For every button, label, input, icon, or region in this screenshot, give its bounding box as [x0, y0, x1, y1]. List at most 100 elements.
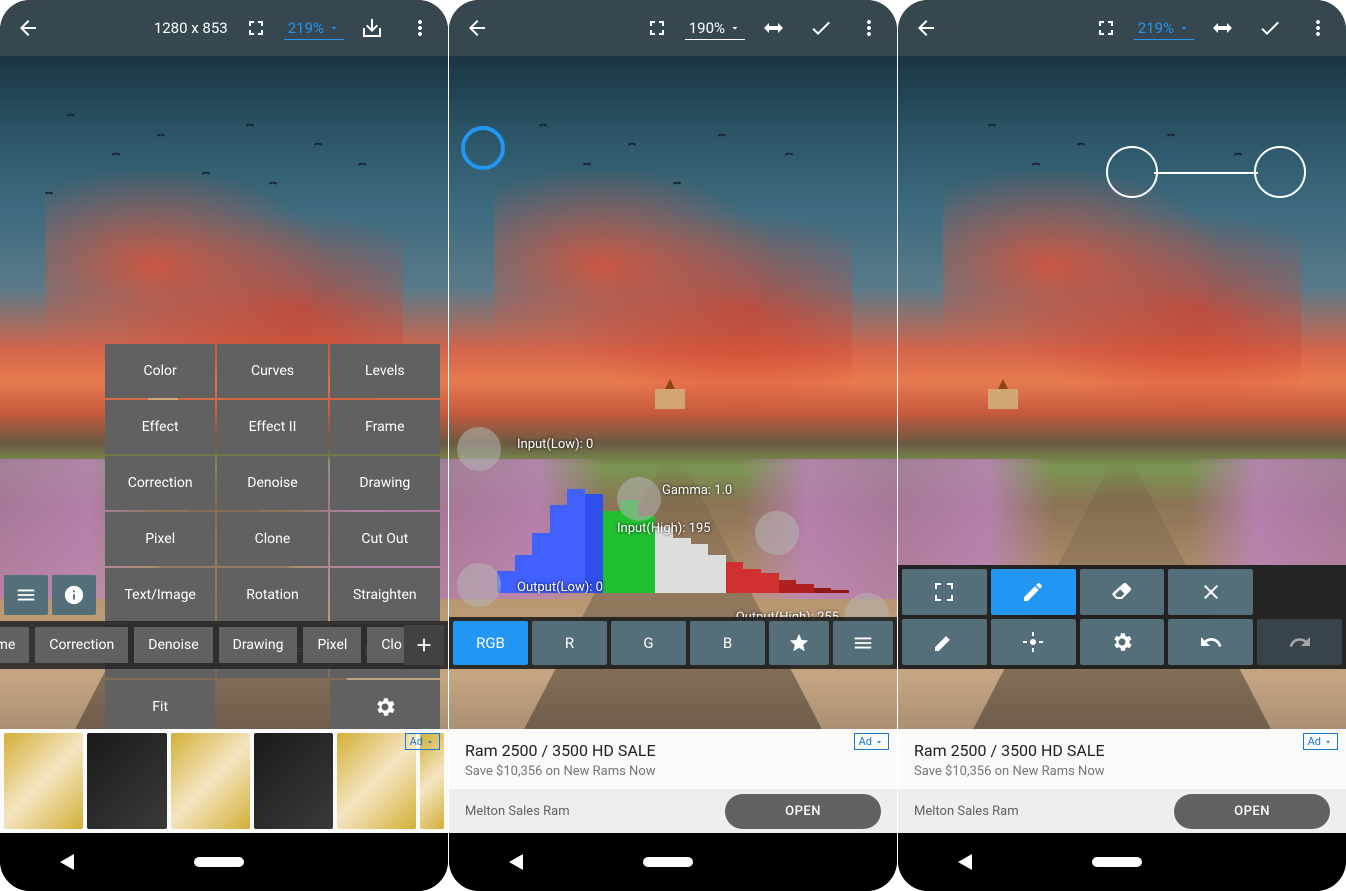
zoom-dropdown[interactable]: 219%	[1134, 17, 1194, 40]
channel-r[interactable]: R	[532, 621, 607, 665]
redo-icon[interactable]	[1257, 619, 1342, 665]
handle-right[interactable]	[1254, 146, 1306, 198]
expand-icon[interactable]	[902, 569, 987, 615]
tab-item[interactable]: Pixel	[303, 627, 361, 663]
ad-source: Melton Sales Ram	[914, 804, 1174, 819]
menu-color[interactable]: Color	[105, 344, 215, 398]
color-picker-indicator[interactable]	[461, 126, 505, 170]
menu-cutout[interactable]: Cut Out	[330, 512, 440, 566]
menu-correction[interactable]: Correction	[105, 456, 215, 510]
close-icon[interactable]	[1168, 569, 1253, 615]
output-low-handle[interactable]	[457, 563, 501, 607]
more-icon[interactable]	[849, 8, 889, 48]
undo-icon[interactable]	[1168, 619, 1253, 665]
ad-banner[interactable]: Ad	[0, 729, 448, 833]
nav-back-icon[interactable]	[60, 854, 74, 870]
ad-image	[4, 733, 83, 829]
menu-clone[interactable]: Clone	[217, 512, 327, 566]
apply-icon[interactable]	[801, 8, 841, 48]
info-icon[interactable]	[52, 575, 96, 615]
zoom-dropdown[interactable]: 190%	[685, 17, 745, 40]
nav-home-icon[interactable]	[643, 857, 693, 867]
ad-subtitle: Save $10,356 on New Rams Now	[914, 764, 1330, 779]
menu-denoise[interactable]: Denoise	[217, 456, 327, 510]
nav-home-icon[interactable]	[1092, 857, 1142, 867]
nav-back-icon[interactable]	[509, 854, 523, 870]
settings-icon[interactable]	[1080, 619, 1165, 665]
download-icon[interactable]	[352, 8, 392, 48]
menu-effect[interactable]: Effect	[105, 400, 215, 454]
ad-image	[171, 733, 250, 829]
gamma-handle[interactable]	[617, 477, 661, 521]
menu-fit[interactable]: Fit	[105, 680, 215, 734]
hamburger-icon[interactable]	[4, 575, 48, 615]
fullscreen-icon[interactable]	[637, 8, 677, 48]
phone-screenshot-1: 1280 x 853 219% Color Curves Levels Effe…	[0, 0, 448, 891]
ad-open-button[interactable]: OPEN	[725, 794, 881, 829]
favorite-icon[interactable]	[769, 621, 829, 665]
more-icon[interactable]	[400, 8, 440, 48]
topbar: 190%	[449, 0, 897, 56]
straighten-handles[interactable]	[1106, 146, 1306, 206]
menu-frame[interactable]: Frame	[330, 400, 440, 454]
tab-item[interactable]: ame	[0, 627, 29, 663]
phone-screenshot-2: 190% Input(Low): 0 Gamma: 1.0 Input(High…	[449, 0, 897, 891]
add-tab-button[interactable]	[404, 625, 444, 665]
apply-icon[interactable]	[1250, 8, 1290, 48]
android-navbar	[449, 833, 897, 891]
image-canvas[interactable]: Color Curves Levels Effect Effect II Fra…	[0, 56, 448, 831]
target-icon[interactable]	[991, 619, 1076, 665]
image-canvas[interactable]	[898, 56, 1346, 831]
tab-scroll[interactable]: ame Correction Denoise Drawing Pixel Clo	[0, 621, 448, 669]
input-high-handle[interactable]	[755, 511, 799, 555]
channel-rgb[interactable]: RGB	[453, 621, 528, 665]
levels-histogram: Input(Low): 0 Gamma: 1.0 Input(High): 19…	[457, 443, 889, 613]
menu-curves[interactable]: Curves	[217, 344, 327, 398]
android-navbar	[0, 833, 448, 891]
tab-item[interactable]: Denoise	[134, 627, 212, 663]
ad-tag[interactable]: Ad	[405, 733, 440, 750]
ad-tag[interactable]: Ad	[854, 733, 889, 750]
fullscreen-icon[interactable]	[1086, 8, 1126, 48]
tab-item[interactable]: Correction	[35, 627, 128, 663]
ad-image	[254, 733, 333, 829]
edit-icon[interactable]	[902, 619, 987, 665]
menu-icon[interactable]	[833, 621, 893, 665]
ad-title: Ram 2500 / 3500 HD SALE	[465, 741, 881, 760]
back-icon[interactable]	[457, 8, 497, 48]
image-dimensions: 1280 x 853	[154, 19, 228, 37]
ad-banner[interactable]: Ad Ram 2500 / 3500 HD SALE Save $10,356 …	[449, 729, 897, 833]
nav-home-icon[interactable]	[194, 857, 244, 867]
menu-levels[interactable]: Levels	[330, 344, 440, 398]
channel-selector: RGB R G B	[449, 617, 897, 669]
tab-item[interactable]: Drawing	[219, 627, 298, 663]
compare-icon[interactable]	[1202, 8, 1242, 48]
ad-image	[87, 733, 166, 829]
ad-title: Ram 2500 / 3500 HD SALE	[914, 741, 1330, 760]
menu-pixel[interactable]: Pixel	[105, 512, 215, 566]
phone-screenshot-3: 219% Ad Ram 2500 / 3500 HD SALE	[898, 0, 1346, 891]
ad-open-button[interactable]: OPEN	[1174, 794, 1330, 829]
ad-subtitle: Save $10,356 on New Rams Now	[465, 764, 881, 779]
back-icon[interactable]	[906, 8, 946, 48]
nav-back-icon[interactable]	[958, 854, 972, 870]
topbar: 219%	[898, 0, 1346, 56]
fullscreen-icon[interactable]	[236, 8, 276, 48]
menu-drawing[interactable]: Drawing	[330, 456, 440, 510]
menu-effect2[interactable]: Effect II	[217, 400, 327, 454]
channel-g[interactable]: G	[611, 621, 686, 665]
compare-icon[interactable]	[753, 8, 793, 48]
zoom-dropdown[interactable]: 219%	[284, 17, 344, 40]
more-icon[interactable]	[1298, 8, 1338, 48]
handle-line	[1154, 172, 1258, 174]
menu-settings[interactable]	[330, 680, 440, 734]
ad-tag[interactable]: Ad	[1303, 733, 1338, 750]
eraser-icon[interactable]	[1080, 569, 1165, 615]
input-low-handle[interactable]	[457, 427, 501, 471]
ad-banner[interactable]: Ad Ram 2500 / 3500 HD SALE Save $10,356 …	[898, 729, 1346, 833]
pencil-icon[interactable]	[991, 569, 1076, 615]
handle-left[interactable]	[1106, 146, 1158, 198]
channel-b[interactable]: B	[690, 621, 765, 665]
image-canvas[interactable]: Input(Low): 0 Gamma: 1.0 Input(High): 19…	[449, 56, 897, 831]
back-icon[interactable]	[8, 8, 48, 48]
